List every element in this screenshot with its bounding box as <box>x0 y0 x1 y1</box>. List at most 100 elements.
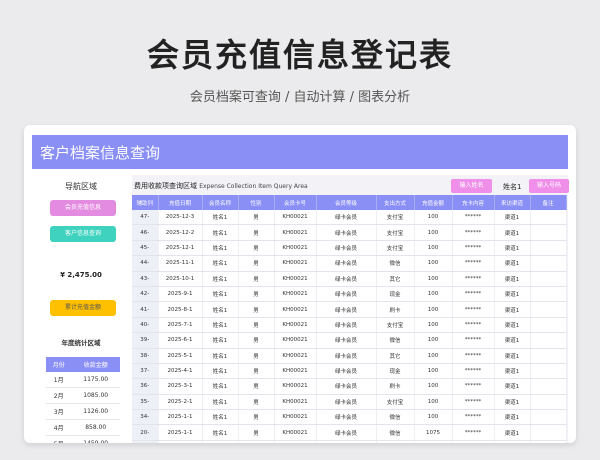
table-row[interactable]: 36- 2025-3-1 姓名1 男 KH00021 绿卡会员 刷卡 100 ****** 渠道1 <box>132 378 567 395</box>
table-row[interactable]: 37- 2025-4-1 姓名1 男 KH00021 绿卡会员 现金 100 ****** 渠道1 <box>132 363 567 380</box>
table-cell: 男 <box>238 409 275 426</box>
table-cell <box>414 440 453 443</box>
table-cell: 绿卡会员 <box>316 424 377 441</box>
table-cell: 微信 <box>376 255 415 272</box>
table-cell: KH00021 <box>274 301 317 318</box>
table-row[interactable]: 44- 2025-11-1 姓名1 男 KH00021 绿卡会员 微信 100 ****** 渠道… <box>132 255 567 272</box>
table-cell: 100 <box>414 332 453 349</box>
table-cell: KH00021 <box>274 424 317 441</box>
year-row: 2月 1085.00 <box>46 387 120 404</box>
table-row[interactable]: 35- 2025-2-1 姓名1 男 KH00021 绿卡会员 支付宝 100 ****** 渠道… <box>132 394 567 411</box>
query-title-en: Expense Collection Item Query Area <box>199 183 308 190</box>
table-cell: 2025-2-1 <box>158 394 203 411</box>
table-row[interactable]: 42- 2025-9-1 姓名1 男 KH00021 绿卡会员 现金 100 ****** 渠道1 <box>132 286 567 303</box>
table-cell: 2025-12-3 <box>158 210 203 226</box>
table-cell: 41- <box>132 301 159 318</box>
column-header[interactable]: 会员等级 <box>316 195 377 210</box>
year-cell: 2月 <box>46 387 72 404</box>
column-header[interactable]: 性别 <box>238 195 275 210</box>
year-cell: 1175.00 <box>71 372 120 388</box>
year-cell: 1085.00 <box>71 387 120 404</box>
table-cell <box>452 440 495 443</box>
total-recharge-button[interactable]: 累计充值金额 <box>50 300 116 316</box>
table-cell: 47- <box>132 210 159 226</box>
table-cell: 渠道1 <box>494 332 531 349</box>
table-cell: KH00021 <box>274 224 317 241</box>
year-cell: 3月 <box>46 403 72 420</box>
column-header[interactable]: 备注 <box>530 195 567 210</box>
table-cell: 男 <box>238 240 275 257</box>
name-label: 姓名1 <box>503 183 522 191</box>
query-title: 费用收款项查询区域 Expense Collection Item Query … <box>134 182 308 190</box>
table-cell: 2025-1-1 <box>158 424 203 441</box>
column-header[interactable]: 充卡内容 <box>452 195 495 210</box>
column-header[interactable]: 支出方式 <box>376 195 415 210</box>
table-cell: KH00021 <box>274 210 317 226</box>
year-row: 5月1459.00 <box>46 435 120 443</box>
column-header[interactable]: 会员卡号 <box>274 195 317 210</box>
table-cell: 男 <box>238 378 275 395</box>
banner-title: 客户档案信息查询 <box>40 144 161 162</box>
input-name-button[interactable]: 输入姓名 <box>451 179 492 193</box>
table-row[interactable]: 41- 2025-8-1 姓名1 男 KH00021 绿卡会员 刷卡 100 ****** 渠道1 <box>132 301 567 318</box>
table-cell: 支付宝 <box>376 224 415 241</box>
app-window: 客户档案信息查询 导航区域 会员充值信息 客户信息查询 ¥ 2,475.00 累… <box>24 125 576 443</box>
table-row[interactable]: 40- 2025-7-1 姓名1 男 KH00021 绿卡会员 支付宝 100 ****** 渠道… <box>132 317 567 334</box>
year-cell: 858.00 <box>71 419 120 436</box>
table-row[interactable]: 38- 2025-5-1 姓名1 男 KH00021 绿卡会员 其它 100 ****** 渠道1 <box>132 348 567 364</box>
table-row[interactable]: 43- 2025-10-1 姓名1 男 KH00021 绿卡会员 其它 100 ****** 渠道… <box>132 271 567 287</box>
sidebar: 导航区域 会员充值信息 客户信息查询 ¥ 2,475.00 累计充值金额 年度统… <box>32 175 130 443</box>
table-cell: 支付宝 <box>376 317 415 334</box>
table-cell: KH00021 <box>274 271 317 287</box>
table-cell: 100 <box>414 378 453 395</box>
table-cell <box>530 348 567 364</box>
column-header[interactable]: 充值金额 <box>414 195 453 210</box>
table-cell: 36- <box>132 378 159 395</box>
table-cell: ****** <box>452 240 495 257</box>
table-cell: ****** <box>452 317 495 334</box>
table-cell: 现金 <box>376 286 415 303</box>
table-cell: 2025-5-1 <box>158 348 203 364</box>
table-row[interactable]: 34- 2025-1-1 姓名1 男 KH00021 绿卡会员 微信 100 ****** 渠道1 <box>132 409 567 426</box>
table-row[interactable]: 45- 2025-12-1 姓名1 男 KH00021 绿卡会员 支付宝 100 ****** 渠… <box>132 240 567 257</box>
input-number-button[interactable]: 输入号码 <box>529 179 569 193</box>
table-cell: 姓名1 <box>202 286 239 303</box>
table-cell: KH00021 <box>274 378 317 395</box>
table-row[interactable] <box>132 440 567 443</box>
table-cell: 绿卡会员 <box>316 240 377 257</box>
banner: 客户档案信息查询 <box>32 135 568 169</box>
year-col-month: 月份 <box>46 357 72 372</box>
table-cell <box>530 409 567 426</box>
table-cell <box>494 440 531 443</box>
table-row[interactable]: 46- 2025-12-2 姓名1 男 KH00021 绿卡会员 支付宝 100 ****** 渠… <box>132 224 567 241</box>
member-recharge-button[interactable]: 会员充值信息 <box>50 200 116 216</box>
table-cell: KH00021 <box>274 332 317 349</box>
column-header[interactable]: 来访渠道 <box>494 195 531 210</box>
table-cell <box>530 317 567 334</box>
table-row[interactable]: 39- 2025-6-1 姓名1 男 KH00021 绿卡会员 微信 100 ****** 渠道1 <box>132 332 567 349</box>
table-cell: 男 <box>238 317 275 334</box>
table-cell: KH00021 <box>274 240 317 257</box>
table-cell: ****** <box>452 378 495 395</box>
table-cell: 渠道1 <box>494 348 531 364</box>
column-header[interactable]: 充值日期 <box>158 195 203 210</box>
table-cell: 绿卡会员 <box>316 286 377 303</box>
table-cell: 渠道1 <box>494 363 531 380</box>
table-cell: KH00021 <box>274 348 317 364</box>
customer-query-button[interactable]: 客户信息查询 <box>50 226 116 242</box>
table-cell: 39- <box>132 332 159 349</box>
table-cell: 渠道1 <box>494 240 531 257</box>
table-cell: 2025-4-1 <box>158 363 203 380</box>
table-cell: 43- <box>132 271 159 287</box>
table-cell: 男 <box>238 255 275 272</box>
table-cell: KH00021 <box>274 286 317 303</box>
table-cell <box>158 440 203 443</box>
column-header[interactable]: 会员名称 <box>202 195 239 210</box>
table-cell: 1075 <box>414 424 453 441</box>
table-cell: 男 <box>238 424 275 441</box>
column-header[interactable]: 辅助列 <box>132 195 159 210</box>
table-row[interactable]: 20- 2025-1-1 姓名1 男 KH00021 绿卡会员 微信 1075 ****** 渠道… <box>132 424 567 441</box>
table-cell <box>274 440 317 443</box>
table-row[interactable]: 47- 2025-12-3 姓名1 男 KH00021 绿卡会员 支付宝 100 ****** 渠… <box>132 210 567 226</box>
table-cell: 37- <box>132 363 159 380</box>
